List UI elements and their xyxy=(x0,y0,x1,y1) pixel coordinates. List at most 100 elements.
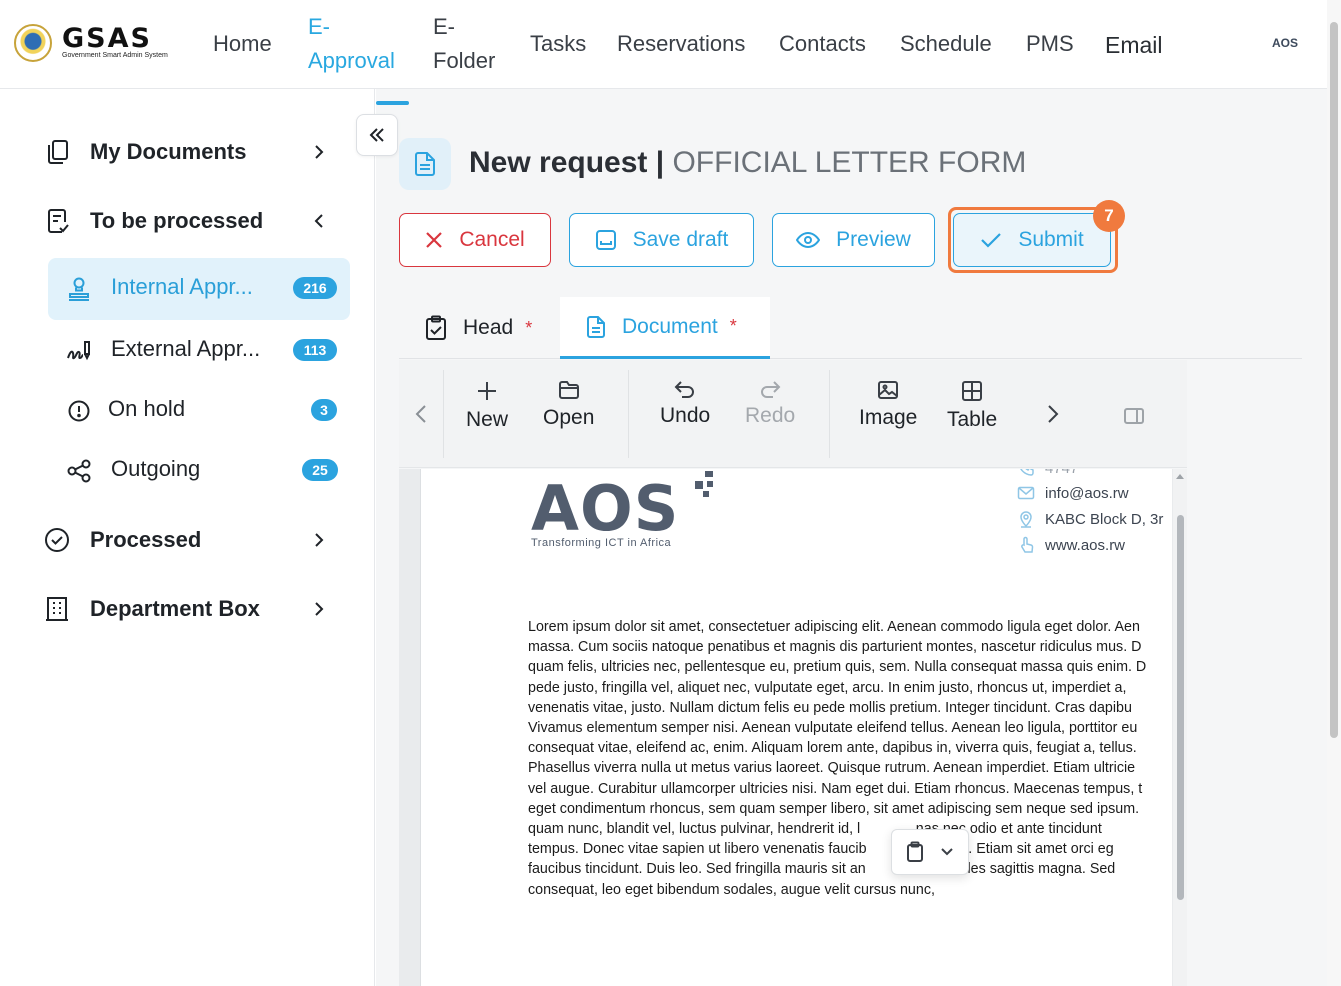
table-label: Table xyxy=(947,408,998,431)
building-icon xyxy=(44,596,70,622)
sidebar-item-my-documents[interactable]: My Documents xyxy=(0,127,374,177)
chevron-right-icon xyxy=(315,602,324,616)
chevron-left-icon xyxy=(314,214,323,228)
contact-email: info@aos.rw xyxy=(1017,484,1129,502)
open-button[interactable]: Open xyxy=(543,380,594,430)
company-logo-mini[interactable]: AOS xyxy=(1272,36,1298,50)
aos-letterhead-logo: AOS Transforming ICT in Africa xyxy=(531,471,713,549)
sidebar-subitem-outgoing[interactable]: Outgoing 25 xyxy=(48,440,350,502)
open-label: Open xyxy=(543,406,595,429)
toolbar-scroll-right-icon[interactable] xyxy=(1047,404,1059,424)
check-icon xyxy=(981,233,1002,248)
preview-label: Preview xyxy=(836,228,911,251)
contact-address-text: KABC Block D, 3r xyxy=(1045,510,1164,528)
tab-head[interactable]: Head * xyxy=(425,297,532,359)
toolbar-divider xyxy=(829,370,830,458)
sidebar-subitem-external-approval[interactable]: External Appr... 113 xyxy=(48,320,350,382)
top-navigation-bar: GSAS Government Smart Admin System Home … xyxy=(0,0,1341,89)
image-icon xyxy=(878,381,899,399)
contact-phone: 4747 xyxy=(1017,469,1078,477)
gsas-logo[interactable]: GSAS Government Smart Admin System xyxy=(14,24,168,62)
active-indicator xyxy=(376,101,409,105)
contact-website: www.aos.rw xyxy=(1017,536,1125,554)
cancel-button[interactable]: Cancel xyxy=(399,213,551,267)
sidebar-label-my-documents: My Documents xyxy=(90,139,247,164)
save-draft-button[interactable]: Save draft xyxy=(569,213,754,267)
preview-button[interactable]: Preview xyxy=(772,213,935,267)
logo-name: GSAS xyxy=(62,23,152,54)
side-panel-toggle-icon[interactable] xyxy=(1123,407,1145,425)
redo-label: Redo xyxy=(745,404,796,427)
nav-email[interactable]: Email xyxy=(1105,28,1163,62)
document-scrollbar-thumb[interactable] xyxy=(1177,515,1184,900)
nav-e-folder[interactable]: E- Folder xyxy=(433,10,495,78)
page-title-separator: | xyxy=(647,146,673,179)
image-label: Image xyxy=(859,406,918,429)
sidebar-item-processed[interactable]: Processed xyxy=(0,515,374,565)
cancel-button-label: Cancel xyxy=(459,228,525,251)
logo-subtitle: Government Smart Admin System xyxy=(62,52,168,59)
check-circle-icon xyxy=(44,527,70,553)
sidebar-item-department-box[interactable]: Department Box xyxy=(0,584,374,634)
sidebar-label-external-approval: External Appr... xyxy=(111,336,261,361)
table-icon xyxy=(962,381,983,401)
save-icon xyxy=(595,230,616,250)
clipboard-check-icon xyxy=(426,315,446,340)
signature-icon xyxy=(67,341,90,361)
page-scrollbar-thumb[interactable] xyxy=(1330,22,1338,738)
redo-button[interactable]: Redo xyxy=(745,380,795,428)
phone-icon xyxy=(1020,469,1034,476)
tab-document[interactable]: Document * xyxy=(560,297,770,359)
pixel-dots-icon xyxy=(695,471,713,497)
eye-icon xyxy=(796,231,821,249)
undo-button[interactable]: Undo xyxy=(660,380,710,428)
paste-options-popover[interactable] xyxy=(891,829,969,875)
contact-phone-text: 4747 xyxy=(1045,469,1078,477)
sidebar-subitem-on-hold[interactable]: On hold 3 xyxy=(48,380,350,442)
undo-label: Undo xyxy=(660,404,711,427)
document-editor-area: AOS Transforming ICT in Africa 4747 info… xyxy=(399,469,1187,986)
nav-home[interactable]: Home xyxy=(213,27,272,61)
table-button[interactable]: Table xyxy=(947,380,997,432)
page-title: New request | OFFICIAL LETTER FORM xyxy=(469,146,1026,180)
letter-body-text[interactable]: Lorem ipsum dolor sit amet, consectetuer… xyxy=(528,617,1172,900)
nav-pms[interactable]: PMS xyxy=(1026,27,1074,61)
nav-e-approval[interactable]: E- Approval xyxy=(308,10,395,78)
nav-reservations[interactable]: Reservations xyxy=(617,27,745,61)
collapse-sidebar-button[interactable] xyxy=(356,114,398,156)
chevron-down-icon[interactable] xyxy=(940,847,954,857)
double-chevron-left-icon xyxy=(369,128,384,142)
mail-icon xyxy=(1017,486,1035,500)
count-badge-on-hold: 3 xyxy=(311,399,337,421)
alert-circle-icon xyxy=(68,400,90,422)
nav-contacts[interactable]: Contacts xyxy=(779,27,866,61)
nav-tasks[interactable]: Tasks xyxy=(530,27,586,61)
sidebar-subitem-internal-approval[interactable]: Internal Appr... 216 xyxy=(48,258,350,320)
share-icon xyxy=(67,459,91,483)
page-title-form: OFFICIAL LETTER FORM xyxy=(672,146,1027,179)
pointer-hand-icon xyxy=(1021,536,1034,553)
nav-schedule[interactable]: Schedule xyxy=(900,27,992,61)
clipboard-icon[interactable] xyxy=(906,841,924,863)
sidebar-item-to-be-processed[interactable]: To be processed xyxy=(0,196,374,246)
contact-address: KABC Block D, 3r xyxy=(1017,510,1163,528)
redo-icon xyxy=(761,381,781,398)
submit-button[interactable]: Submit xyxy=(953,213,1111,267)
new-label: New xyxy=(466,408,509,431)
new-button[interactable]: New xyxy=(466,380,508,432)
document-icon xyxy=(587,315,605,338)
chevron-right-icon xyxy=(315,145,324,159)
sidebar-label-department-box: Department Box xyxy=(90,596,260,621)
folder-icon xyxy=(558,381,579,399)
scroll-up-arrow-icon[interactable] xyxy=(1175,472,1185,480)
save-draft-label: Save draft xyxy=(632,228,729,251)
page-title-main: New request xyxy=(469,146,648,179)
sidebar: My Documents To be processed Internal Ap… xyxy=(0,89,375,986)
image-button[interactable]: Image xyxy=(859,380,917,430)
contact-email-text: info@aos.rw xyxy=(1045,484,1129,502)
document-title-icon xyxy=(399,138,451,190)
document-page[interactable]: AOS Transforming ICT in Africa 4747 info… xyxy=(420,469,1172,986)
checklist-icon xyxy=(45,208,71,234)
toolbar-scroll-left-icon[interactable] xyxy=(415,404,427,424)
tab-document-label: Document xyxy=(622,314,718,338)
